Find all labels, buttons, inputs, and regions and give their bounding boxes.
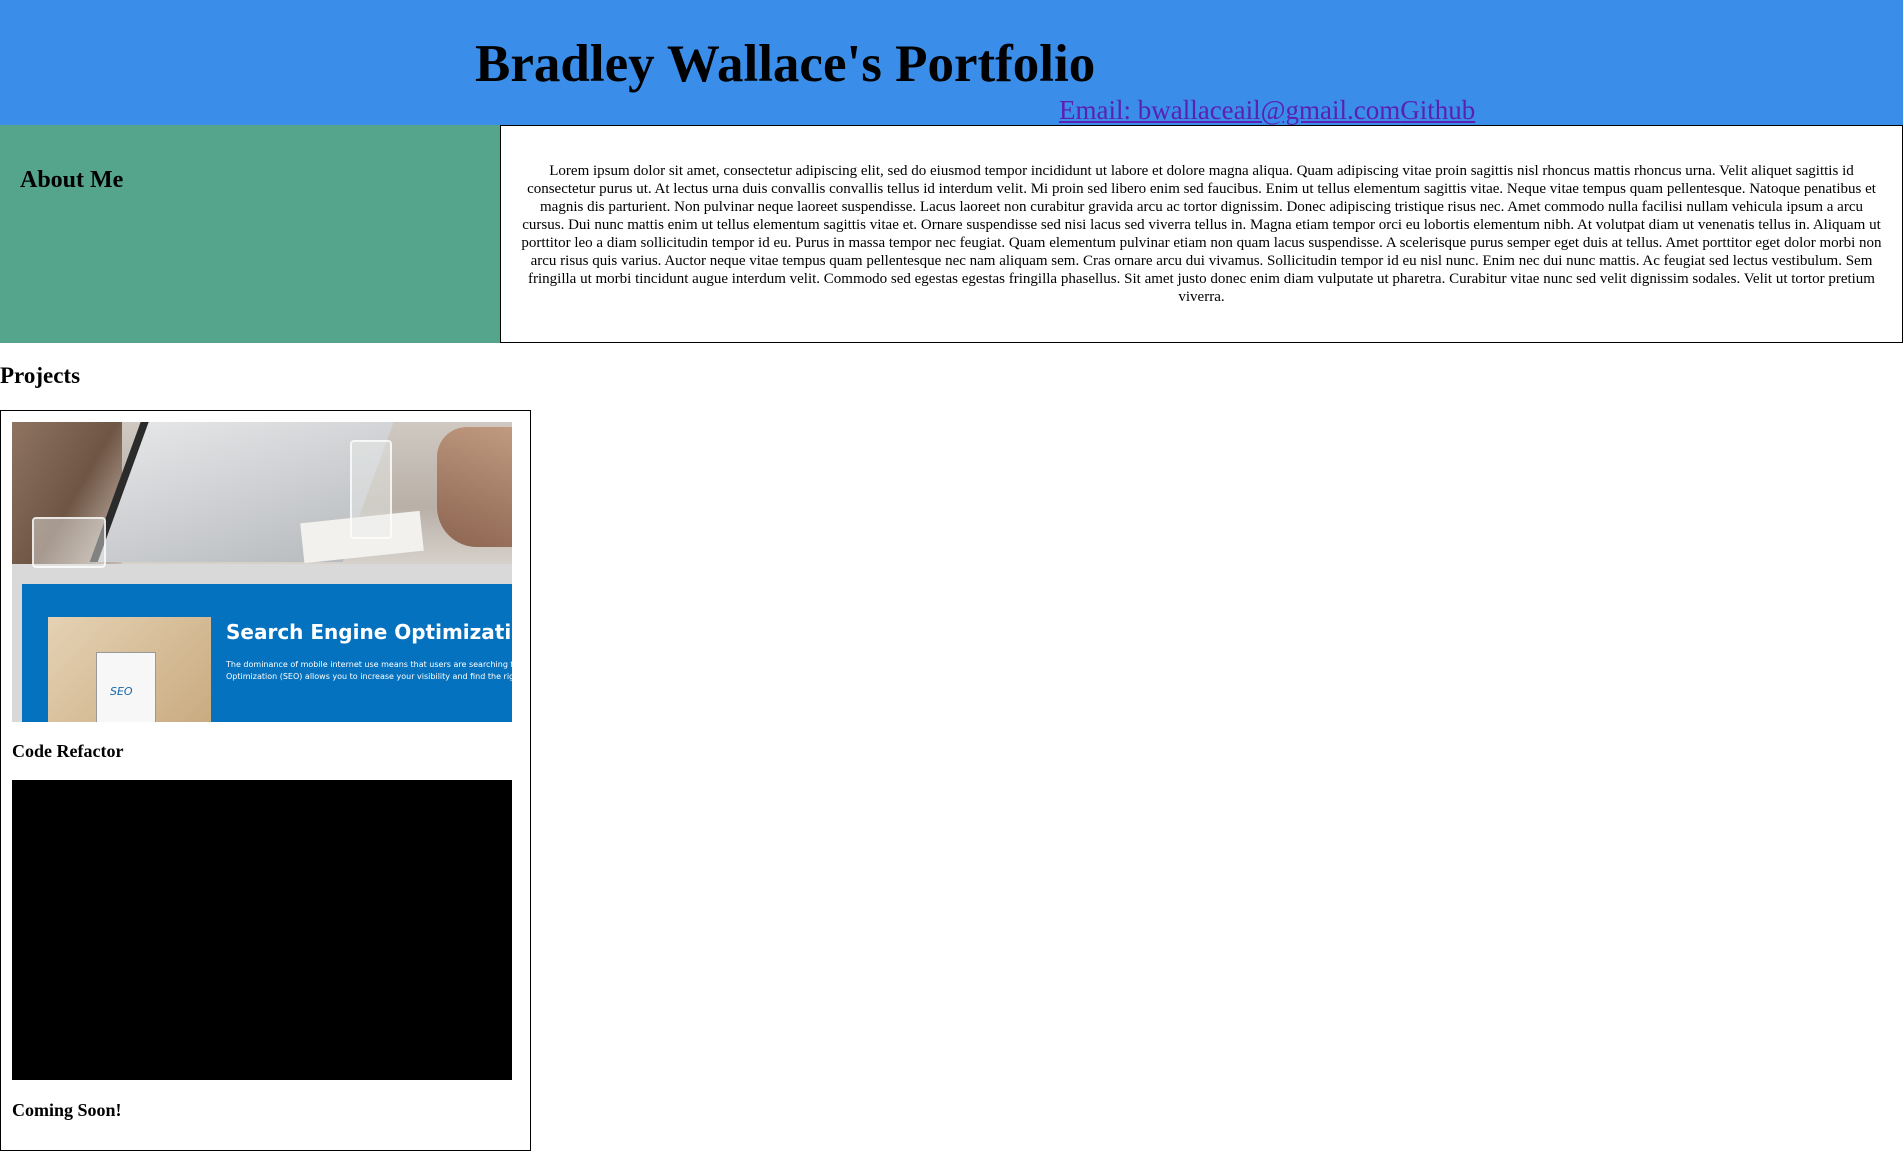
water-glass [32, 517, 106, 568]
water-glass [350, 440, 392, 539]
about-me-paragraph: Lorem ipsum dolor sit amet, consectetur … [521, 163, 1882, 305]
about-me-heading: About Me [20, 167, 124, 193]
banner-title: Search Engine Optimization [226, 620, 512, 644]
seo-banner: SEO Search Engine Optimization The domin… [22, 584, 512, 722]
projects-heading: Projects [0, 363, 81, 388]
seo-badge: SEO [110, 685, 133, 698]
coming-soon-caption: Coming Soon! [12, 1100, 122, 1120]
email-link[interactable]: Email: bwallaceail@gmail.com [1059, 95, 1400, 125]
about-me-sidebar: About Me [0, 125, 500, 343]
laptop-photo [12, 422, 512, 568]
about-me-content: Lorem ipsum dolor sit amet, consectetur … [500, 125, 1903, 343]
portfolio-page: Bradley Wallace's Portfolio Email: bwall… [0, 0, 1903, 1151]
contact-links: Email: bwallaceail@gmail.comGithub [1059, 94, 1475, 126]
code-refactor-caption: Code Refactor [12, 741, 124, 761]
coming-soon-image[interactable] [12, 780, 512, 1080]
code-refactor-image[interactable]: SEO Search Engine Optimization The domin… [12, 422, 512, 722]
site-header: Bradley Wallace's Portfolio Email: bwall… [0, 0, 1903, 125]
github-link[interactable]: Github [1400, 95, 1475, 125]
page-title: Bradley Wallace's Portfolio [475, 35, 1096, 93]
seo-notebook-photo: SEO [48, 617, 211, 722]
banner-description: The dominance of mobile internet use mea… [226, 660, 512, 681]
projects-container: SEO Search Engine Optimization The domin… [0, 410, 531, 1151]
